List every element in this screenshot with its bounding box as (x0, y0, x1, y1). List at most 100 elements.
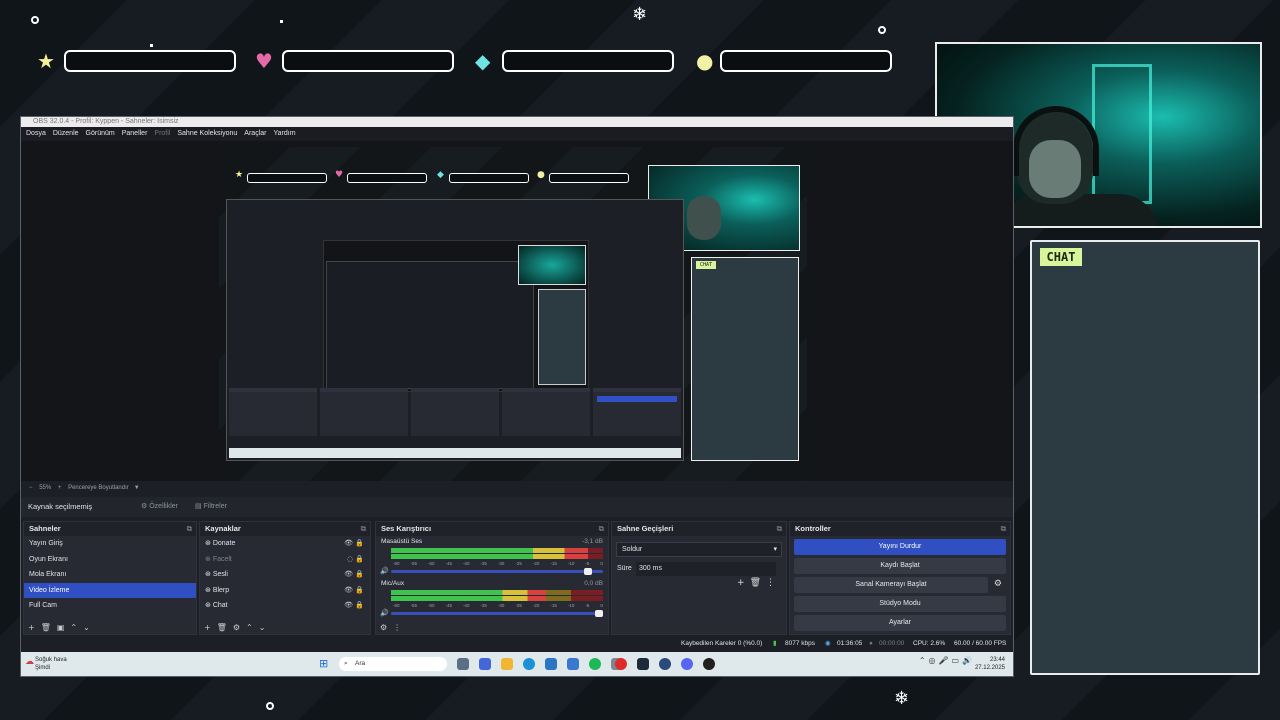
edge-icon[interactable] (523, 658, 535, 670)
audio-mixer-dock: Ses Karıştırıcı ⧉ Masaüstü Ses -3,1 dB -6… (375, 521, 609, 635)
undock-icon[interactable]: ⧉ (361, 522, 366, 536)
volume-slider[interactable] (391, 568, 603, 575)
scene-toolbar[interactable]: +🗑▣⌃⌄ (28, 623, 96, 632)
weather-widget[interactable]: Soğuk hava Şimdi (35, 656, 67, 672)
scene-item[interactable]: Mola Ekranı (24, 567, 196, 583)
scene-item[interactable]: Oyun Ekranı (24, 552, 196, 568)
chevron-down-icon[interactable]: ▼ (134, 485, 140, 491)
meter-tick: -30 (497, 603, 505, 608)
zoom-mode[interactable]: Pencereye Boyutlandır (68, 485, 129, 491)
duration-input[interactable]: 300 ms (636, 562, 776, 576)
mixer-title: Ses Karıştırıcı (381, 524, 432, 533)
clock[interactable]: 23:44 27.12.2025 (975, 656, 1005, 672)
meter-ticks: -60 -55 -50 -45 -40 -35 -30 -25 -20 -15 -10 -5 0 (393, 603, 603, 608)
menu-edit[interactable]: Düzenle (53, 127, 79, 141)
level-meter (391, 548, 603, 553)
controls-dock: Kontroller ⧉ Yayını Durdur Kaydı Başlat S… (789, 521, 1011, 635)
source-toolbar[interactable]: +🗑⚙⌃⌄ (204, 623, 271, 632)
snowflake-icon: ❄ (632, 4, 648, 25)
visibility-lock-icons[interactable]: 👁 🔒 (344, 536, 364, 552)
meter-tick: -60 (393, 603, 400, 608)
undock-icon[interactable]: ⧉ (1001, 522, 1006, 536)
source-item[interactable]: ⊛ Blerp 👁 🔒 (200, 583, 370, 599)
app-icon[interactable] (659, 658, 671, 670)
spotify-icon[interactable] (589, 658, 601, 670)
sparkle-dot-icon (266, 702, 274, 710)
source-item[interactable]: ⊛ Chat 👁 🔒 (200, 598, 370, 614)
weather-icon[interactable]: ☁ (25, 657, 34, 667)
transition-toolbar[interactable]: +🗑⋮ (737, 578, 780, 588)
store-icon[interactable] (545, 658, 557, 670)
menu-tools[interactable]: Araçlar (244, 127, 266, 141)
stop-streaming-button[interactable]: Yayını Durdur (794, 539, 1006, 555)
task-view-icon[interactable] (457, 658, 469, 670)
undock-icon[interactable]: ⧉ (187, 522, 192, 536)
app-icon[interactable] (479, 658, 491, 670)
meter-tick: -35 (480, 561, 487, 566)
taskbar-search[interactable]: ⌕ Ara (339, 657, 447, 671)
steam-icon[interactable] (637, 658, 649, 670)
meter-tick: 0 (600, 603, 603, 608)
hud-bar-2 (282, 50, 454, 72)
duration-row: Süre 300 ms (612, 560, 786, 578)
windows-start-icon[interactable]: ⊞ (319, 657, 328, 670)
system-tray[interactable]: ⌃◎🎤▭🔊 (919, 656, 975, 665)
source-item[interactable]: ⊛ Sesli 👁 🔒 (200, 567, 370, 583)
dropped-frames: Kaybedilen Kareler 0 (%0.0) (681, 640, 763, 647)
visibility-lock-icons[interactable]: 👁 🔒 (344, 567, 364, 583)
zoom-out-icon[interactable]: − (29, 485, 33, 491)
visibility-lock-icons[interactable]: 👁 🔒 (344, 583, 364, 599)
meter-tick: -10 (567, 561, 575, 566)
undock-icon[interactable]: ⧉ (777, 522, 782, 536)
zoom-in-icon[interactable]: + (58, 485, 62, 491)
no-source-label: Kaynak seçilmemiş (28, 502, 93, 511)
source-item[interactable]: ⊛ Donate 👁 🔒 (200, 536, 370, 552)
scene-item-selected[interactable]: Video İzleme (24, 582, 196, 598)
level-meter (391, 590, 603, 595)
menu-bar: Dosya Düzenle Görünüm Paneller Profil Sa… (21, 127, 1013, 141)
menu-docks[interactable]: Paneller (122, 127, 148, 141)
record-icon: ● (869, 640, 873, 647)
scenes-dock: Sahneler ⧉ Yayın Giriş Oyun Ekranı Mola E… (23, 521, 197, 635)
gear-icon[interactable]: ⚙ (994, 579, 1002, 589)
preview-canvas[interactable]: ★ ♥ ◆ ● CHAT (219, 147, 807, 481)
mixer-toolbar[interactable]: ⚙⋮ (380, 623, 407, 632)
meter-tick: -55 (410, 603, 417, 608)
app-icon[interactable] (567, 658, 579, 670)
menu-view[interactable]: Görünüm (86, 127, 115, 141)
settings-button[interactable]: Ayarlar (794, 615, 1006, 631)
speaker-icon[interactable]: 🔊 (380, 567, 389, 575)
scene-item[interactable]: Yayın Giriş (24, 536, 196, 552)
meter-tick: -10 (567, 603, 575, 608)
scene-item[interactable]: Full Cam (24, 598, 196, 614)
opera-icon[interactable] (615, 658, 627, 670)
menu-help[interactable]: Yardım (273, 127, 295, 141)
volume-slider[interactable] (391, 610, 603, 617)
properties-button[interactable]: ⚙ Özellikler (137, 500, 182, 514)
studio-mode-button[interactable]: Stüdyo Modu (794, 596, 1006, 612)
preview-area[interactable]: ★ ♥ ◆ ● CHAT (21, 141, 1013, 481)
start-virtual-camera-button[interactable]: Sanal Kamerayı Başlat (794, 577, 988, 593)
menu-scene-collection[interactable]: Sahne Koleksiyonu (177, 127, 237, 141)
level-meter (391, 596, 603, 601)
menu-profile[interactable]: Profil (154, 127, 170, 141)
filters-button[interactable]: ▤ Filtreler (191, 500, 231, 514)
discord-icon[interactable] (681, 658, 693, 670)
file-explorer-icon[interactable] (501, 658, 513, 670)
visibility-lock-icons[interactable]: ◌ 🔒 (347, 552, 364, 568)
source-item[interactable]: ⊛ Facelt ◌ 🔒 (200, 552, 370, 568)
undock-icon[interactable]: ⧉ (599, 522, 604, 536)
visibility-lock-icons[interactable]: 👁 🔒 (344, 598, 364, 614)
bitrate: 8077 kbps (785, 640, 815, 647)
sparkle-icon (150, 44, 153, 47)
signal-icon: ▮ (773, 640, 777, 647)
menu-file[interactable]: Dosya (26, 127, 46, 141)
transition-select[interactable]: Soldur ▾ (616, 542, 782, 557)
obs-icon[interactable] (703, 658, 715, 670)
meter-tick: -40 (462, 561, 470, 566)
channel-name: Mic/Aux (381, 580, 405, 587)
start-recording-button[interactable]: Kaydı Başlat (794, 558, 1006, 574)
mixer-channel-desktop: Masaüstü Ses -3,1 dB -60 -55 -50 -45 -40 -35-… (379, 538, 605, 578)
sparkle-icon (280, 20, 283, 23)
speaker-icon[interactable]: 🔊 (380, 609, 389, 617)
